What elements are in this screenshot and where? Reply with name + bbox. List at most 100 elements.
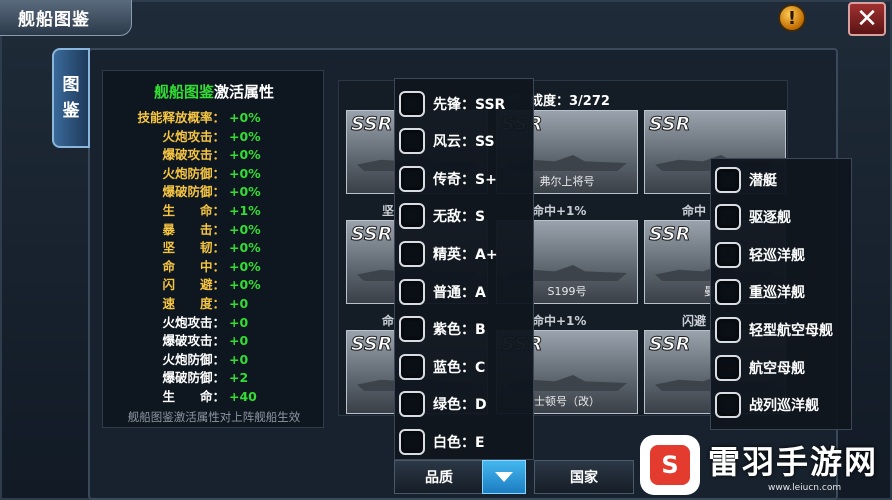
card-bonus-text: 闪避 bbox=[682, 314, 707, 328]
attribute-row: 技能释放概率： +0% bbox=[115, 107, 260, 125]
dropdown-option-label: 蓝色：C bbox=[433, 359, 486, 376]
attribute-row: 火炮攻击： +0 bbox=[115, 312, 248, 330]
collection-progress: 成度：3/272 bbox=[530, 94, 610, 109]
dropdown-option[interactable]: 蓝色：C bbox=[395, 348, 533, 385]
attribute-panel: 舰船图鉴激活属性 技能释放概率： +0% 火炮攻击： +0% 爆破攻击： +0% 火炮防御：… bbox=[102, 70, 324, 428]
dropdown-option[interactable]: 先锋：SSR bbox=[395, 85, 533, 122]
attribute-label: 速 度： bbox=[162, 296, 225, 311]
attribute-label: 爆破防御： bbox=[162, 184, 225, 200]
info-button[interactable]: ! bbox=[778, 4, 806, 32]
checkbox-icon[interactable] bbox=[399, 391, 425, 418]
dropdown-option-label: 普通：A bbox=[433, 284, 486, 301]
attribute-value: +0% bbox=[229, 147, 261, 163]
checkbox-icon[interactable] bbox=[399, 316, 425, 343]
tab-char-1: 图 bbox=[62, 75, 80, 95]
rarity-badge: SSR bbox=[648, 223, 691, 246]
attribute-value: +0 bbox=[229, 314, 249, 330]
rarity-badge: SSR bbox=[648, 333, 691, 356]
rarity-badge: SSR bbox=[350, 223, 393, 246]
dropdown-option[interactable]: 绿色：D bbox=[395, 386, 533, 423]
attribute-value: +0 bbox=[229, 296, 249, 311]
rarity-badge: SSR bbox=[350, 333, 393, 356]
chevron-down-icon bbox=[495, 472, 513, 482]
attribute-value: +2 bbox=[229, 370, 249, 386]
filter-bar: 品质 国家 bbox=[394, 460, 668, 494]
attribute-label: 坚 韧： bbox=[162, 240, 225, 256]
quality-dropdown-toggle[interactable] bbox=[482, 460, 526, 494]
attribute-label: 火炮攻击： bbox=[162, 128, 225, 144]
checkbox-icon[interactable] bbox=[399, 128, 425, 155]
dropdown-option[interactable]: 战列巡洋舰 bbox=[711, 387, 851, 424]
attribute-row: 暴 击： +0% bbox=[115, 219, 260, 237]
dropdown-option[interactable]: 轻巡洋舰 bbox=[711, 236, 851, 273]
attribute-row: 火炮防御： +0 bbox=[115, 349, 248, 367]
attribute-value: +0% bbox=[229, 258, 261, 274]
dropdown-option-label: 无敌：S bbox=[433, 209, 486, 226]
dropdown-option[interactable]: 驱逐舰 bbox=[711, 199, 851, 236]
close-button[interactable]: ✕ bbox=[848, 2, 886, 36]
country-filter-button[interactable]: 国家 bbox=[534, 460, 634, 494]
checkbox-icon[interactable] bbox=[715, 354, 741, 381]
checkbox-icon[interactable] bbox=[715, 316, 741, 343]
watermark-text: 雷羽手游网 www.leiucn.com bbox=[708, 437, 878, 493]
dropdown-option[interactable]: 潜艇 bbox=[711, 161, 851, 198]
attribute-label: 火炮防御： bbox=[162, 165, 225, 181]
dropdown-option[interactable]: 精英：A+ bbox=[395, 235, 533, 272]
dropdown-option-label: 轻巡洋舰 bbox=[749, 247, 805, 264]
dropdown-option-label: 重巡洋舰 bbox=[749, 285, 805, 302]
attribute-label: 爆破防御： bbox=[162, 370, 225, 386]
dropdown-option[interactable]: 紫色：B bbox=[395, 311, 533, 348]
attribute-title: 舰船图鉴激活属性 bbox=[103, 81, 325, 102]
watermark-logo: S bbox=[640, 435, 700, 495]
checkbox-icon[interactable] bbox=[715, 279, 741, 306]
dropdown-option[interactable]: 轻型航空母舰 bbox=[711, 311, 851, 348]
attribute-row: 火炮防御： +0% bbox=[115, 163, 260, 181]
checkbox-icon[interactable] bbox=[715, 166, 741, 193]
checkbox-icon[interactable] bbox=[399, 165, 425, 192]
attribute-label: 火炮防御： bbox=[162, 351, 225, 367]
checkbox-icon[interactable] bbox=[715, 241, 741, 268]
watermark-logo-glyph: S bbox=[650, 445, 690, 485]
attribute-value: +0% bbox=[229, 240, 261, 256]
rarity-badge: SSR bbox=[350, 113, 393, 136]
checkbox-icon[interactable] bbox=[715, 204, 741, 231]
attribute-row: 闪 避： +0% bbox=[115, 274, 261, 293]
checkbox-icon[interactable] bbox=[715, 392, 741, 419]
attribute-title-green: 舰船图鉴 bbox=[153, 83, 214, 101]
dropdown-option[interactable]: 风云：SS bbox=[395, 123, 533, 160]
dropdown-option-label: 紫色：B bbox=[433, 322, 486, 339]
dropdown-option[interactable]: 普通：A bbox=[395, 273, 533, 310]
dropdown-option-label: 精英：A+ bbox=[433, 246, 498, 263]
dropdown-option[interactable]: 传奇：S+ bbox=[395, 160, 533, 197]
attribute-value: +0 bbox=[229, 333, 249, 349]
ship-type-dropdown: 潜艇驱逐舰轻巡洋舰重巡洋舰轻型航空母舰航空母舰战列巡洋舰战列舰 bbox=[710, 158, 852, 430]
tab-collection[interactable]: 图 鉴 bbox=[52, 48, 90, 148]
checkbox-icon[interactable] bbox=[399, 203, 425, 230]
checkbox-icon[interactable] bbox=[399, 278, 425, 305]
attribute-label: 生 命： bbox=[162, 203, 225, 218]
quality-filter-button[interactable]: 品质 bbox=[394, 460, 484, 494]
attribute-value: +0% bbox=[229, 277, 261, 293]
dropdown-option[interactable]: 重巡洋舰 bbox=[711, 274, 851, 311]
dropdown-option-label: 风云：SS bbox=[433, 134, 495, 151]
dropdown-option[interactable]: 无敌：S bbox=[395, 198, 533, 235]
dropdown-option-label: 轻型航空母舰 bbox=[749, 322, 833, 339]
checkbox-icon[interactable] bbox=[399, 240, 425, 267]
attribute-row: 爆破攻击： +0% bbox=[115, 144, 261, 163]
dropdown-option[interactable]: 白色：E bbox=[395, 423, 533, 460]
watermark-url: www.leiucn.com bbox=[768, 483, 842, 493]
card-bonus-text: 命中+1% bbox=[532, 314, 587, 328]
attribute-row: 火炮攻击： +0% bbox=[115, 126, 260, 144]
attribute-row: 爆破防御： +0% bbox=[115, 181, 260, 200]
checkbox-icon[interactable] bbox=[399, 353, 425, 380]
dropdown-option-label: 绿色：D bbox=[433, 397, 487, 414]
window-title: 舰船图鉴 bbox=[0, 0, 132, 36]
checkbox-icon[interactable] bbox=[399, 428, 425, 455]
dropdown-option[interactable]: 航空母舰 bbox=[711, 349, 851, 386]
attribute-row: 生 命： +40 bbox=[115, 386, 256, 404]
attribute-value: +1% bbox=[229, 203, 261, 218]
attribute-row: 生 命： +1% bbox=[115, 200, 261, 218]
card-bonus-text: 命中+1% bbox=[532, 204, 587, 218]
checkbox-icon[interactable] bbox=[399, 90, 425, 117]
card-bonus-text: 命中 bbox=[682, 204, 707, 218]
